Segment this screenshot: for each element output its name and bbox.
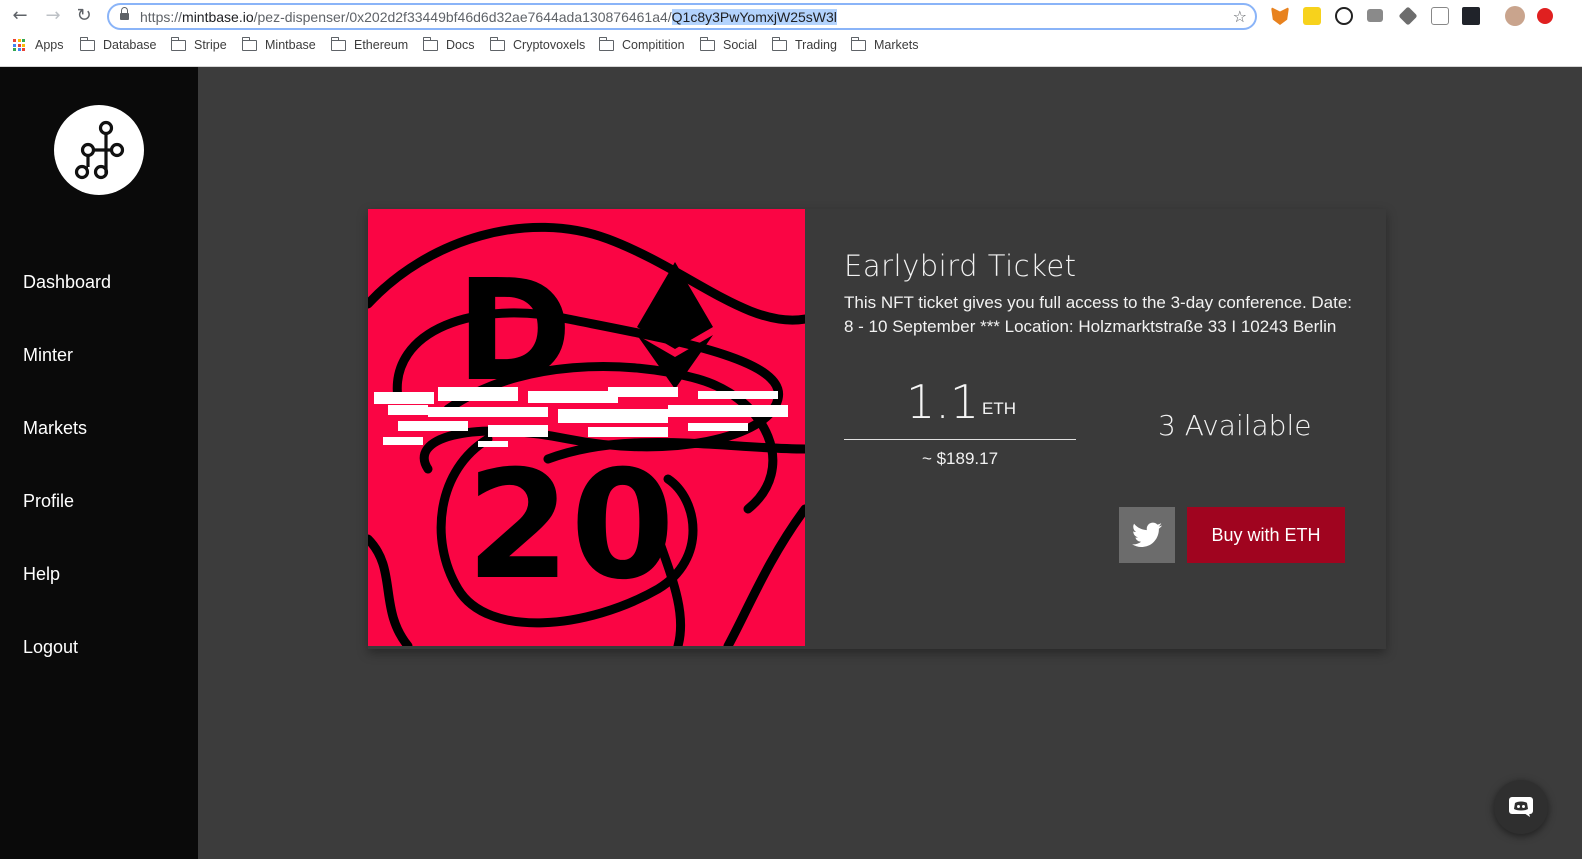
nft-artwork[interactable]: D 20 xyxy=(368,209,805,646)
bookmark-ethereum[interactable]: Ethereum xyxy=(330,36,409,52)
folder-icon xyxy=(79,36,95,51)
bookmark-label: Mintbase xyxy=(265,38,316,52)
bookmark-label: Stripe xyxy=(194,38,227,52)
folder-icon xyxy=(241,36,257,51)
lock-icon xyxy=(120,7,129,21)
buy-with-eth-button[interactable]: Buy with ETH xyxy=(1187,507,1345,563)
bookmark-star-icon[interactable]: ☆ xyxy=(1233,7,1247,26)
folder-icon xyxy=(850,36,866,51)
product-card: D 20 Earlybird Ticket This NFT ticket gi… xyxy=(368,209,1386,649)
url-text[interactable]: https://mintbase.io/pez-dispenser/0x202d… xyxy=(140,9,837,25)
bookmark-compitition[interactable]: Compitition xyxy=(598,36,685,52)
folder-icon xyxy=(598,36,614,51)
price-currency: ETH xyxy=(982,399,1016,418)
bookmark-stripe[interactable]: Stripe xyxy=(170,36,227,52)
price-value: 1.1 xyxy=(906,375,980,429)
folder-icon xyxy=(330,36,346,51)
folder-icon xyxy=(771,36,787,51)
discord-icon xyxy=(1509,797,1533,817)
bookmark-mintbase[interactable]: Mintbase xyxy=(241,36,316,52)
code-icon[interactable] xyxy=(1431,7,1449,25)
bookmark-label: Trading xyxy=(795,38,837,52)
product-title: Earlybird Ticket xyxy=(844,249,1077,283)
sidebar: Dashboard Minter Markets Profile Help Lo… xyxy=(0,67,198,859)
sidebar-item-logout[interactable]: Logout xyxy=(23,637,78,658)
bookmark-label: Cryptovoxels xyxy=(513,38,586,52)
twitter-icon xyxy=(1132,522,1162,547)
folder-icon xyxy=(170,36,186,51)
discord-chat-button[interactable] xyxy=(1494,780,1548,834)
bookmark-markets[interactable]: Markets xyxy=(850,36,919,52)
browser-chrome: ← → ↻ https://mintbase.io/pez-dispenser/… xyxy=(0,0,1582,67)
cube-icon[interactable] xyxy=(1398,6,1418,26)
apps-grid-icon xyxy=(13,39,25,51)
price-usd: ~ $189.17 xyxy=(921,449,999,468)
bookmark-social[interactable]: Social xyxy=(699,36,758,52)
bookmark-label: Database xyxy=(103,38,157,52)
metamask-icon[interactable] xyxy=(1271,7,1289,25)
bookmark-apps[interactable]: Apps xyxy=(13,38,64,52)
mintbase-logo-icon xyxy=(74,120,125,180)
sidebar-item-help[interactable]: Help xyxy=(23,564,60,585)
react-icon[interactable] xyxy=(1462,7,1480,25)
artwork-image: D 20 xyxy=(368,209,805,646)
product-description: This NFT ticket gives you full access to… xyxy=(844,293,1353,336)
price-display: 1.1 ETH xyxy=(844,375,1076,440)
bookmark-label: Social xyxy=(723,38,758,52)
camera-icon[interactable] xyxy=(1367,9,1383,22)
bookmark-label: Apps xyxy=(35,38,64,52)
bookmark-label: Compitition xyxy=(622,38,685,52)
avatar-icon[interactable] xyxy=(1505,6,1525,26)
upload-icon[interactable] xyxy=(1537,8,1553,24)
back-arrow-icon[interactable]: ← xyxy=(9,5,31,27)
panda-icon[interactable] xyxy=(1335,7,1353,25)
artwork-number-20: 20 xyxy=(466,439,675,613)
notes-icon[interactable] xyxy=(1303,7,1321,25)
twitter-share-button[interactable] xyxy=(1119,507,1175,563)
sidebar-item-minter[interactable]: Minter xyxy=(23,345,73,366)
folder-icon xyxy=(699,36,715,51)
bookmark-label: Docs xyxy=(446,38,475,52)
address-bar[interactable]: https://mintbase.io/pez-dispenser/0x202d… xyxy=(107,3,1257,30)
availability-count: 3 Available xyxy=(1158,409,1312,442)
sidebar-item-markets[interactable]: Markets xyxy=(23,418,87,439)
bookmark-cryptovoxels[interactable]: Cryptovoxels xyxy=(489,36,586,52)
bookmark-docs[interactable]: Docs xyxy=(422,36,475,52)
sidebar-item-dashboard[interactable]: Dashboard xyxy=(23,272,111,293)
bookmark-trading[interactable]: Trading xyxy=(771,36,837,52)
mintbase-logo[interactable] xyxy=(54,105,144,195)
folder-icon xyxy=(489,36,505,51)
bookmark-label: Markets xyxy=(874,38,919,52)
bookmarks-bar: Apps Database Stripe Mintbase Ethereum D… xyxy=(0,36,1582,58)
folder-icon xyxy=(422,36,438,51)
bookmark-database[interactable]: Database xyxy=(79,36,157,52)
forward-arrow-icon[interactable]: → xyxy=(42,5,64,27)
sidebar-item-profile[interactable]: Profile xyxy=(23,491,74,512)
bookmark-label: Ethereum xyxy=(354,38,409,52)
reload-icon[interactable]: ↻ xyxy=(73,5,95,27)
